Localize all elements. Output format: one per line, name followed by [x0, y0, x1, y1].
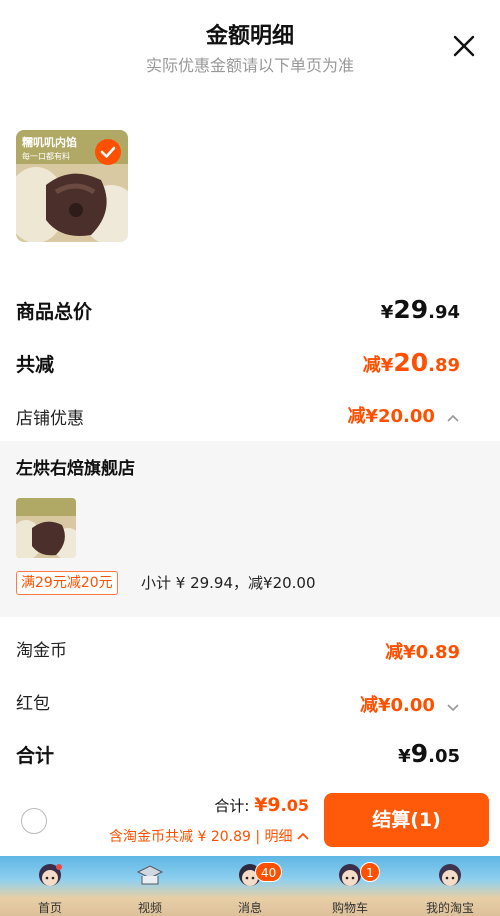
video-icon [136, 865, 164, 885]
tab-profile-label: 我的淘宝 [425, 901, 474, 915]
total-price-row: 商品总价 ¥29.94 [16, 293, 460, 327]
checkout-bar: 合计: ¥9.05 含淘金币共减 ¥ 20.89 | 明细 结算(1) [0, 780, 500, 856]
bottom-sum: 合计: ¥9.05 [214, 794, 309, 816]
shop-discount-row[interactable]: 店铺优惠 减¥20.00 [16, 400, 460, 434]
tab-cart[interactable]: 1 购物车 [300, 856, 400, 916]
coin-row: 淘金币 减¥0.89 [16, 632, 460, 666]
shop-discount-value: 减¥20.00 [347, 406, 435, 427]
total-price-value: ¥29.94 [380, 295, 460, 324]
shop-subtotal: 小计 ¥ 29.94，减¥20.00 [141, 574, 316, 592]
sheet-subtitle: 实际优惠金额请以下单页为准 [145, 56, 354, 75]
shop-name: 左烘右焙旗舰店 [16, 459, 135, 479]
chevron-down-icon[interactable] [446, 700, 460, 714]
shop-product-thumbnail[interactable] [16, 498, 76, 558]
redpacket-value: 减¥0.00 [359, 695, 435, 716]
close-icon[interactable] [452, 34, 476, 58]
shop-discount-detail: 左烘右焙旗舰店 满29元减20元 小计 ¥ 29.94，减¥20.00 [0, 441, 500, 617]
sheet-header: 金额明细 实际优惠金额请以下单页为准 [0, 0, 500, 90]
bottom-tab-bar: 首页 视频 40 消息 1 购物车 我的淘宝 [0, 856, 500, 916]
chevron-up-icon[interactable] [446, 411, 460, 425]
tab-cart-label: 购物车 [331, 901, 368, 915]
tab-messages-label: 消息 [237, 901, 262, 915]
chevron-up-icon [297, 832, 309, 840]
home-avatar-icon [39, 864, 62, 886]
sum-label: 合计 [16, 745, 55, 767]
shop-discount-label: 店铺优惠 [16, 409, 84, 429]
select-all-radio[interactable] [21, 808, 47, 834]
coin-value: 减¥0.89 [385, 642, 460, 663]
thumb-subcaption: 每一口都有料 [22, 151, 70, 161]
sheet-title: 金额明细 [205, 24, 294, 49]
shop-product-image [16, 498, 76, 558]
thumb-caption: 糯叽叽内馅 [22, 135, 77, 149]
redpacket-label: 红包 [16, 694, 50, 714]
discount-detail-link[interactable]: 含淘金币共减 ¥ 20.89 | 明细 [109, 826, 309, 846]
promo-tag: 满29元减20元 [16, 571, 118, 595]
redpacket-row[interactable]: 红包 减¥0.00 [16, 685, 460, 719]
profile-avatar-icon [439, 864, 461, 886]
cart-badge: 1 [360, 862, 380, 882]
total-reduce-label: 共减 [16, 354, 55, 376]
total-reduce-value: 减¥20.89 [362, 348, 460, 377]
tab-profile[interactable]: 我的淘宝 [400, 856, 500, 916]
checkout-button[interactable]: 结算(1) [324, 793, 489, 847]
coin-label: 淘金币 [16, 641, 67, 661]
tab-video[interactable]: 视频 [100, 856, 200, 916]
tab-messages[interactable]: 40 消息 [200, 856, 300, 916]
sum-row: 合计 ¥9.05 [16, 737, 460, 771]
sum-value: ¥9.05 [398, 739, 460, 768]
tab-home[interactable]: 首页 [0, 856, 100, 916]
product-thumbnail[interactable]: 糯叽叽内馅 每一口都有料 [16, 130, 128, 242]
checkmark-icon[interactable] [95, 139, 121, 165]
tab-home-label: 首页 [37, 901, 62, 915]
tab-video-label: 视频 [137, 901, 162, 915]
messages-badge: 40 [255, 862, 283, 882]
total-price-label: 商品总价 [16, 301, 93, 323]
total-reduce-row: 共减 减¥20.89 [16, 346, 460, 380]
